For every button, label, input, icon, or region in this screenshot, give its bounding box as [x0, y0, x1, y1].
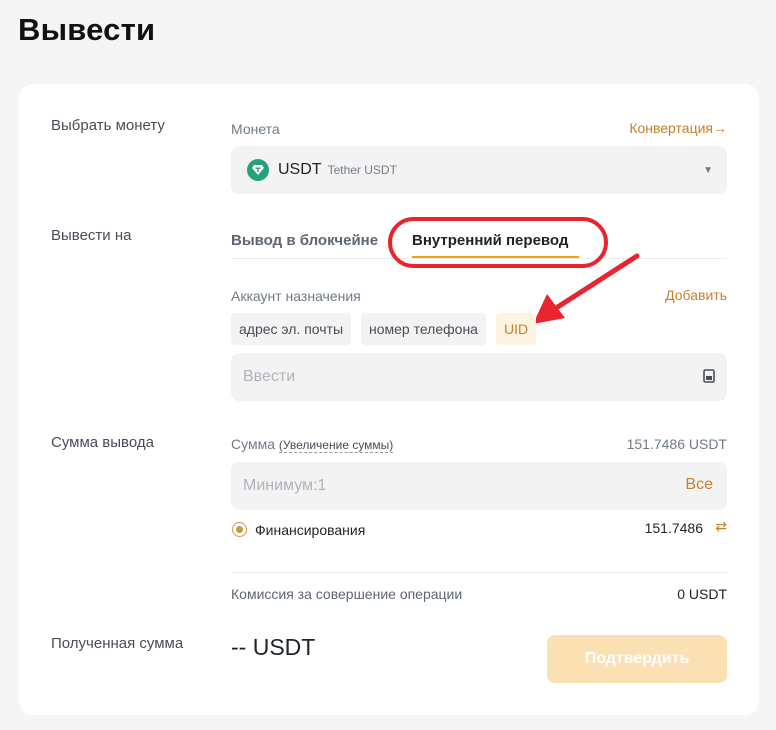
increase-amount-link[interactable]: (Увеличение суммы) [278, 438, 394, 453]
fee-divider [231, 572, 727, 573]
account-type-phone[interactable]: номер телефона [361, 313, 486, 345]
usdt-coin-icon [247, 159, 269, 181]
all-amount-button[interactable]: Все [685, 476, 713, 494]
funding-label: Финансирования [255, 522, 366, 538]
received-section-label: Полученная сумма [51, 635, 184, 652]
account-type-email[interactable]: адрес эл. почты [231, 313, 352, 345]
address-book-icon[interactable] [703, 369, 715, 388]
amount-section-label: Сумма вывода [51, 434, 154, 451]
account-label: Аккаунт назначения [231, 288, 361, 304]
available-balance: 151.7486 USDT [626, 436, 727, 452]
amount-input-wrap: Все [231, 462, 727, 510]
amount-field-label: Сумма [231, 436, 275, 452]
tab-onchain-withdrawal[interactable]: Вывод в блокчейне [231, 232, 378, 249]
destination-section-label: Вывести на [51, 227, 132, 244]
amount-field-label-row: Сумма (Увеличение суммы) [231, 436, 394, 453]
coin-name: Tether USDT [327, 163, 397, 177]
annotation-arrow-icon [533, 253, 640, 324]
funding-value: 151.7486 [644, 520, 703, 536]
fee-label: Комиссия за совершение операции [231, 586, 463, 602]
caret-down-icon: ▼ [703, 164, 713, 176]
destination-input[interactable] [231, 353, 727, 401]
add-account-link[interactable]: Добавить [665, 287, 727, 303]
coin-field-label: Монета [231, 121, 280, 137]
transfer-swap-icon[interactable]: ⇄ [715, 518, 727, 535]
funding-radio[interactable] [232, 522, 247, 537]
coin-symbol: USDT [278, 161, 322, 178]
page-title: Вывести [18, 12, 156, 47]
confirm-button[interactable]: Подтвердить [547, 635, 727, 683]
account-type-uid[interactable]: UID [496, 313, 537, 345]
fee-value: 0 USDT [677, 586, 727, 602]
coin-select[interactable]: USDT Tether USDT ▼ [231, 146, 727, 194]
coin-section-label: Выбрать монету [51, 117, 165, 134]
withdraw-card: Выбрать монету Монета Конвертация→ USDT … [19, 84, 759, 715]
received-value: -- USDT [231, 634, 316, 660]
destination-input-wrap [231, 353, 727, 401]
convert-link[interactable]: Конвертация→ [629, 120, 727, 136]
amount-input[interactable] [231, 462, 727, 510]
